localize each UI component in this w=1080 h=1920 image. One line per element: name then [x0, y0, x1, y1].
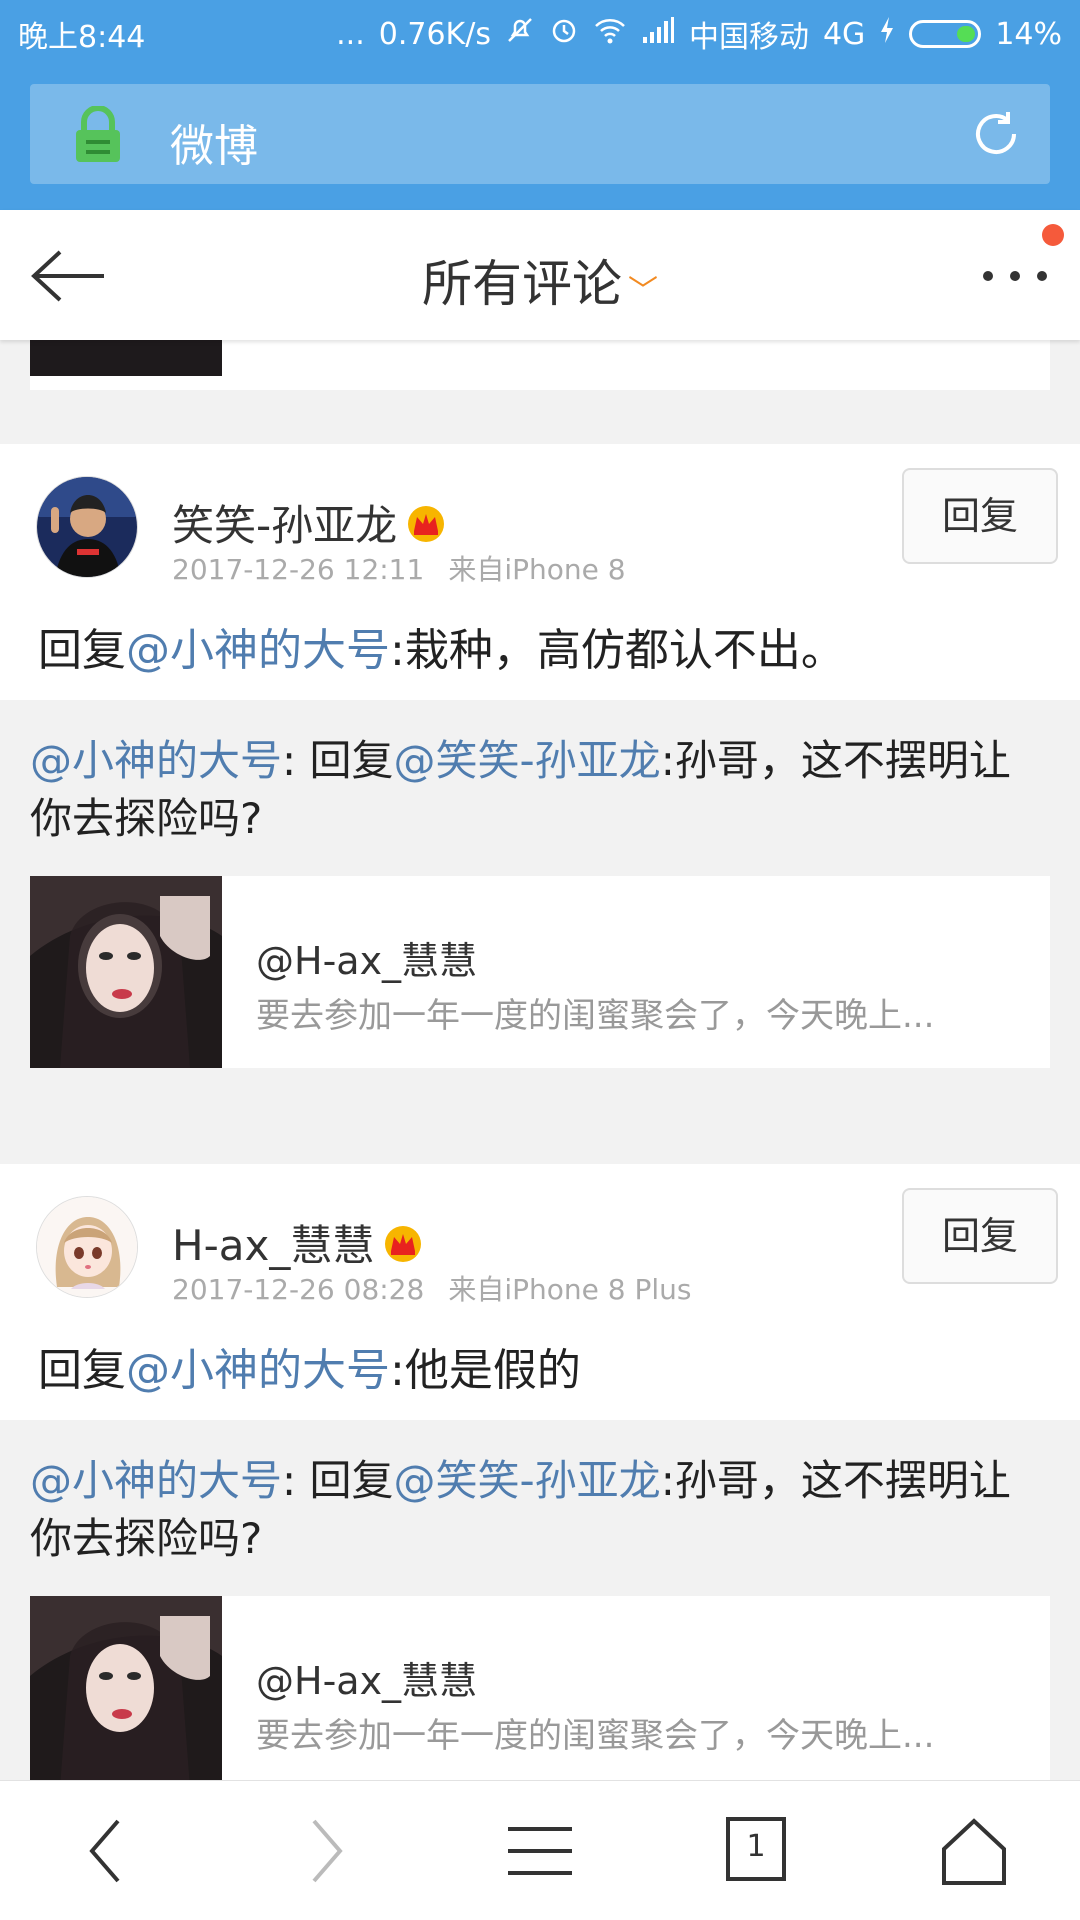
reply-prefix: 回复 — [38, 1345, 126, 1396]
mention-link[interactable]: @笑笑-孙亚龙 — [394, 1456, 661, 1505]
shared-post-excerpt: 要去参加一年一度的闺蜜聚会了，今天晚上... — [256, 996, 935, 1036]
comment-body: :他是假的 — [390, 1345, 581, 1396]
comment-username[interactable]: 笑笑-孙亚龙 — [172, 492, 447, 553]
page-url-title: 微博 — [170, 121, 258, 172]
reload-icon[interactable] — [968, 106, 1024, 162]
partial-share-card[interactable] — [30, 340, 1050, 390]
shared-post-excerpt: 要去参加一年一度的闺蜜聚会了，今天晚上... — [256, 1716, 935, 1756]
charging-icon — [879, 15, 895, 53]
quoted-text: @小神的大号: 回复@笑笑-孙亚龙:孙哥，这不摆明让你去探险吗? — [30, 732, 1050, 848]
url-bar[interactable]: 微博 — [30, 84, 1050, 184]
signal-icon — [641, 15, 675, 53]
reply-button[interactable]: 回复 — [902, 1188, 1058, 1284]
comment-body: :栽种，高仿都认不出。 — [390, 625, 845, 676]
forward-icon[interactable] — [286, 1815, 366, 1887]
status-bar: 晚上8:44 ... 0.76K/s 中国移动 4G 14% — [0, 0, 1080, 64]
mention-link[interactable]: @笑笑-孙亚龙 — [394, 736, 661, 785]
page-header: 所有评论 ﹀ — [0, 210, 1080, 340]
back-icon[interactable] — [66, 1815, 146, 1887]
comment-text: 回复@小神的大号:栽种，高仿都认不出。 — [38, 614, 845, 678]
comment-meta: 2017-12-26 08:28 来自iPhone 8 Plus — [172, 1268, 691, 1308]
wifi-icon — [593, 15, 627, 53]
comment-source: 来自iPhone 8 — [448, 553, 626, 586]
share-thumbnail — [30, 1596, 222, 1780]
quoted-comment: @小神的大号: 回复@笑笑-孙亚龙:孙哥，这不摆明让你去探险吗? @H-ax_慧… — [0, 700, 1080, 1130]
reply-button[interactable]: 回复 — [902, 468, 1058, 564]
tabs-button[interactable]: 1 — [716, 1815, 796, 1887]
comment-meta: 2017-12-26 12:11 来自iPhone 8 — [172, 548, 626, 588]
share-thumbnail — [30, 340, 222, 376]
quote-reply-prefix: : 回复 — [282, 1456, 394, 1505]
browser-toolbar: 1 — [0, 1780, 1080, 1920]
menu-icon[interactable] — [500, 1815, 580, 1887]
tab-count: 1 — [746, 1829, 766, 1864]
battery-level: 14% — [995, 16, 1062, 52]
page-title: 所有评论 — [422, 255, 622, 313]
browser-header: 晚上8:44 ... 0.76K/s 中国移动 4G 14% 微博 — [0, 0, 1080, 210]
chevron-down-icon: ﹀ — [628, 273, 658, 309]
mention-link[interactable]: @小神的大号 — [126, 625, 390, 676]
comment-item: 笑笑-孙亚龙 2017-12-26 12:11 来自iPhone 8 回复 回复@… — [0, 444, 1080, 1130]
home-icon[interactable] — [934, 1815, 1014, 1887]
alarm-icon — [549, 15, 579, 53]
status-time: 晚上8:44 — [18, 20, 146, 55]
comment-text: 回复@小神的大号:他是假的 — [38, 1334, 581, 1398]
status-indicators: ... 0.76K/s 中国移动 4G 14% — [336, 12, 1062, 56]
reply-prefix: 回复 — [38, 625, 126, 676]
mention-link[interactable]: @小神的大号 — [30, 1456, 282, 1505]
quoted-comment: @小神的大号: 回复@笑笑-孙亚龙:孙哥，这不摆明让你去探险吗? @H-ax_慧… — [0, 1420, 1080, 1780]
notification-dot — [1042, 224, 1064, 246]
shared-post-author: @H-ax_慧慧 — [256, 939, 478, 983]
vip-crown-icon — [385, 1225, 422, 1262]
shared-post-card[interactable]: @H-ax_慧慧 要去参加一年一度的闺蜜聚会了，今天晚上... — [30, 876, 1050, 1068]
quoted-text: @小神的大号: 回复@笑笑-孙亚龙:孙哥，这不摆明让你去探险吗? — [30, 1452, 1050, 1568]
username-text: 笑笑-孙亚龙 — [172, 501, 398, 550]
vip-crown-icon — [408, 505, 445, 542]
mention-link[interactable]: @小神的大号 — [126, 1345, 390, 1396]
comments-filter-dropdown[interactable]: 所有评论 ﹀ — [0, 244, 1080, 316]
comment-time: 2017-12-26 08:28 — [172, 1273, 425, 1306]
network-speed: 0.76K/s — [378, 16, 491, 52]
comment-source: 来自iPhone 8 Plus — [448, 1273, 692, 1306]
comment-time: 2017-12-26 12:11 — [172, 553, 425, 586]
battery-icon — [909, 20, 982, 48]
username-text: H-ax_慧慧 — [172, 1221, 375, 1270]
comment-username[interactable]: H-ax_慧慧 — [172, 1212, 424, 1273]
comment-item: H-ax_慧慧 2017-12-26 08:28 来自iPhone 8 Plus … — [0, 1164, 1080, 1780]
mention-link[interactable]: @小神的大号 — [30, 736, 282, 785]
shared-post-card[interactable]: @H-ax_慧慧 要去参加一年一度的闺蜜聚会了，今天晚上... — [30, 1596, 1050, 1780]
avatar[interactable] — [36, 1196, 138, 1298]
network-type: 4G — [822, 16, 866, 52]
carrier-name: 中国移动 — [688, 20, 809, 55]
lock-icon — [76, 106, 120, 162]
avatar[interactable] — [36, 476, 138, 578]
more-options-icon[interactable] — [980, 268, 1050, 284]
share-thumbnail — [30, 876, 222, 1068]
status-dots: ... — [336, 16, 365, 52]
quote-reply-prefix: : 回复 — [282, 736, 394, 785]
comment-feed: 笑笑-孙亚龙 2017-12-26 12:11 来自iPhone 8 回复 回复@… — [0, 340, 1080, 1780]
mute-icon — [505, 15, 535, 53]
shared-post-author: @H-ax_慧慧 — [256, 1659, 478, 1703]
